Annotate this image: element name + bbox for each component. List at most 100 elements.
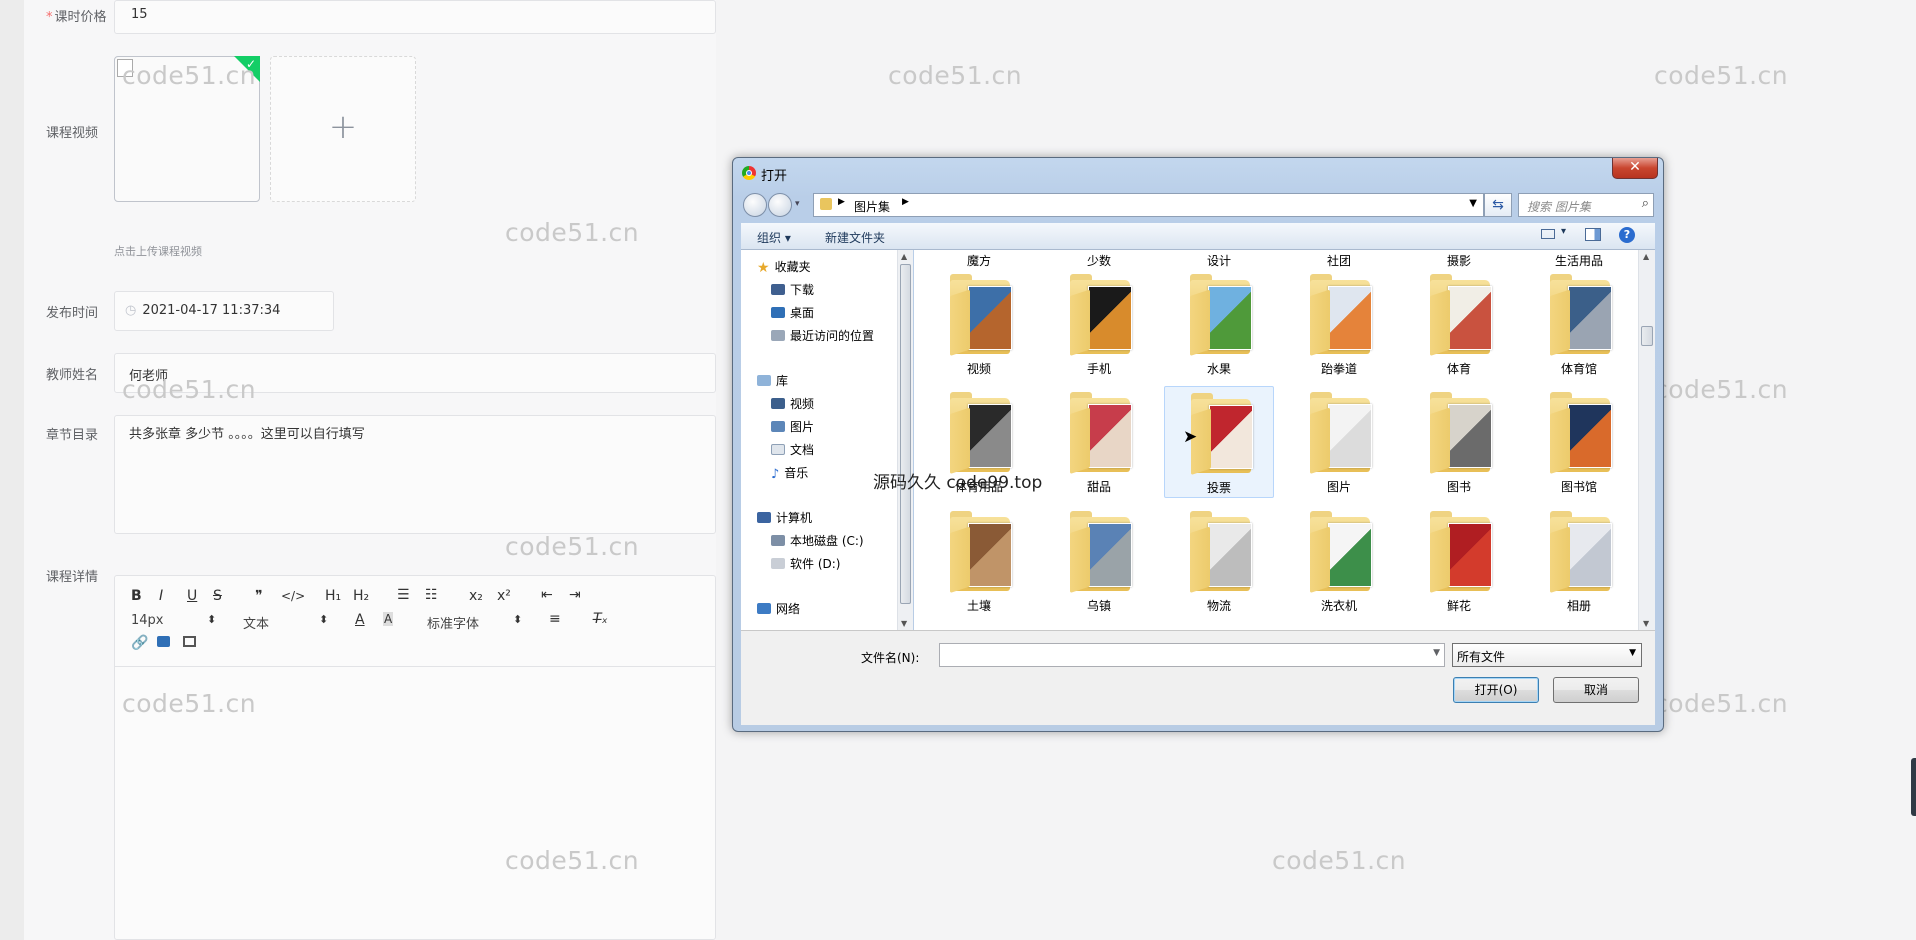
cancel-button[interactable]: 取消: [1553, 677, 1639, 703]
file-scrollbar[interactable]: ▲ ▼: [1638, 250, 1655, 630]
h2-button[interactable]: H₂: [353, 588, 369, 604]
nav-documents[interactable]: 文档: [771, 441, 814, 458]
background-color-icon[interactable]: A: [383, 612, 394, 626]
folder-label[interactable]: 摄影: [1404, 252, 1514, 269]
back-button[interactable]: [743, 193, 767, 217]
folder-item[interactable]: 手机: [1044, 268, 1154, 380]
folder-label[interactable]: 社团: [1284, 252, 1394, 269]
folder-name: 图书馆: [1560, 480, 1597, 494]
strike-button[interactable]: S: [213, 588, 222, 604]
font-color-icon[interactable]: A: [355, 612, 365, 628]
folder-item[interactable]: 跆拳道: [1284, 268, 1394, 380]
folder-item[interactable]: 洗衣机: [1284, 505, 1394, 617]
nav-scroll-thumb[interactable]: [900, 264, 911, 604]
chevron-down-icon[interactable]: ▾: [795, 199, 800, 209]
new-folder-button[interactable]: 新建文件夹: [825, 229, 885, 246]
upload-video-button[interactable]: +: [270, 56, 416, 202]
open-button[interactable]: 打开(O): [1453, 677, 1539, 703]
chevron-down-icon[interactable]: ▼: [1469, 198, 1477, 209]
help-icon[interactable]: ?: [1619, 227, 1635, 243]
desktop-icon: [771, 307, 785, 318]
folder-item[interactable]: 图书馆: [1524, 386, 1634, 498]
scroll-down-icon[interactable]: ▼: [1643, 619, 1649, 628]
folder-item[interactable]: 鲜花: [1404, 505, 1514, 617]
folder-item[interactable]: 乌镇: [1044, 505, 1154, 617]
align-icon[interactable]: ≡: [549, 611, 561, 627]
search-input[interactable]: 搜索 图片集 ⌕: [1518, 193, 1654, 217]
folder-item[interactable]: 体育: [1404, 268, 1514, 380]
price-input[interactable]: 15: [114, 0, 716, 34]
font-size-select[interactable]: 14px: [131, 613, 164, 628]
subscript-button[interactable]: x₂: [469, 588, 483, 604]
nav-favorites[interactable]: ★ 收藏夹: [757, 258, 811, 276]
nav-computer[interactable]: 计算机: [757, 509, 812, 526]
nav-scrollbar[interactable]: ▲ ▼: [897, 250, 913, 630]
chevron-down-icon[interactable]: ▼: [1433, 648, 1440, 658]
nav-recent[interactable]: 最近访问的位置: [771, 327, 874, 344]
filename-input[interactable]: ▼: [939, 643, 1445, 667]
outdent-icon[interactable]: ⇤: [541, 587, 553, 603]
scroll-down-icon[interactable]: ▼: [901, 619, 907, 628]
folder-item[interactable]: 土壤: [924, 505, 1034, 617]
nav-network[interactable]: 网络: [757, 600, 800, 617]
view-icon[interactable]: [1541, 229, 1555, 239]
h1-button[interactable]: H₁: [325, 588, 341, 604]
image-icon[interactable]: [157, 636, 170, 647]
folder-item[interactable]: 图片: [1284, 386, 1394, 498]
font-family-select[interactable]: 标准字体: [427, 613, 479, 632]
clear-format-icon[interactable]: T̶ₓ: [593, 611, 608, 627]
address-bar[interactable]: ▶ 图片集 ▶ ▼: [813, 193, 1484, 217]
nav-drive-d[interactable]: 软件 (D:): [771, 555, 840, 572]
folder-label[interactable]: 生活用品: [1524, 252, 1634, 269]
italic-button[interactable]: I: [159, 588, 163, 604]
nav-videos[interactable]: 视频: [771, 395, 814, 412]
nav-desktop[interactable]: 桌面: [771, 304, 814, 321]
folder-item[interactable]: 图书: [1404, 386, 1514, 498]
file-scroll-thumb[interactable]: [1641, 326, 1653, 346]
folder-preview-image: [1568, 523, 1612, 587]
format-select[interactable]: 文本: [243, 613, 269, 632]
superscript-button[interactable]: x²: [497, 588, 511, 604]
breadcrumb[interactable]: 图片集: [854, 198, 890, 215]
nav-pictures[interactable]: 图片: [771, 418, 814, 435]
scroll-up-icon[interactable]: ▲: [1643, 252, 1649, 261]
folder-item[interactable]: 投票: [1164, 386, 1274, 498]
bold-button[interactable]: B: [131, 588, 142, 604]
refresh-button[interactable]: ⇆: [1484, 193, 1512, 217]
folder-item[interactable]: 体育馆: [1524, 268, 1634, 380]
blockquote-button[interactable]: ❞: [255, 588, 263, 604]
folder-label[interactable]: 少数: [1044, 252, 1154, 269]
computer-icon: [757, 512, 771, 523]
nav-library[interactable]: 库: [757, 372, 788, 389]
folder-item[interactable]: 相册: [1524, 505, 1634, 617]
chapters-textarea[interactable]: 共多张章 多少节 。。。。这里可以自行填写: [114, 415, 716, 534]
plus-icon: +: [328, 107, 358, 147]
preview-pane-icon[interactable]: [1585, 228, 1601, 241]
code-button[interactable]: </>: [281, 589, 305, 603]
side-tab[interactable]: [1911, 758, 1916, 816]
publish-date-picker[interactable]: ◷ 2021-04-17 11:37:34: [114, 291, 334, 331]
bullet-list-icon[interactable]: ☷: [425, 587, 438, 603]
folder-label[interactable]: 设计: [1164, 252, 1274, 269]
filetype-select[interactable]: 所有文件 ▼: [1452, 643, 1642, 667]
folder-item[interactable]: 物流: [1164, 505, 1274, 617]
rich-text-editor[interactable]: B I U S ❞ </> H₁ H₂ ☰ ☷ x₂ x² ⇤ ⇥ 14px ⬍…: [114, 575, 716, 940]
folder-item[interactable]: 水果: [1164, 268, 1274, 380]
video-icon[interactable]: [183, 636, 196, 647]
ordered-list-icon[interactable]: ☰: [397, 587, 410, 603]
folder-item[interactable]: 视频: [924, 268, 1034, 380]
folder-item[interactable]: 甜品: [1044, 386, 1154, 498]
chevron-down-icon[interactable]: ▾: [1561, 226, 1566, 237]
indent-icon[interactable]: ⇥: [569, 587, 581, 603]
forward-button[interactable]: [768, 193, 792, 217]
organize-menu[interactable]: 组织 ▾: [757, 229, 791, 246]
scroll-up-icon[interactable]: ▲: [901, 252, 907, 261]
nav-drive-c[interactable]: 本地磁盘 (C:): [771, 532, 864, 549]
folder-label[interactable]: 魔方: [924, 252, 1034, 269]
close-button[interactable]: ✕: [1612, 158, 1658, 179]
nav-music[interactable]: ♪ 音乐: [771, 464, 808, 482]
nav-downloads[interactable]: 下载: [771, 281, 814, 298]
search-icon[interactable]: ⌕: [1642, 196, 1649, 211]
link-icon[interactable]: 🔗: [131, 635, 148, 651]
underline-button[interactable]: U: [187, 588, 197, 604]
